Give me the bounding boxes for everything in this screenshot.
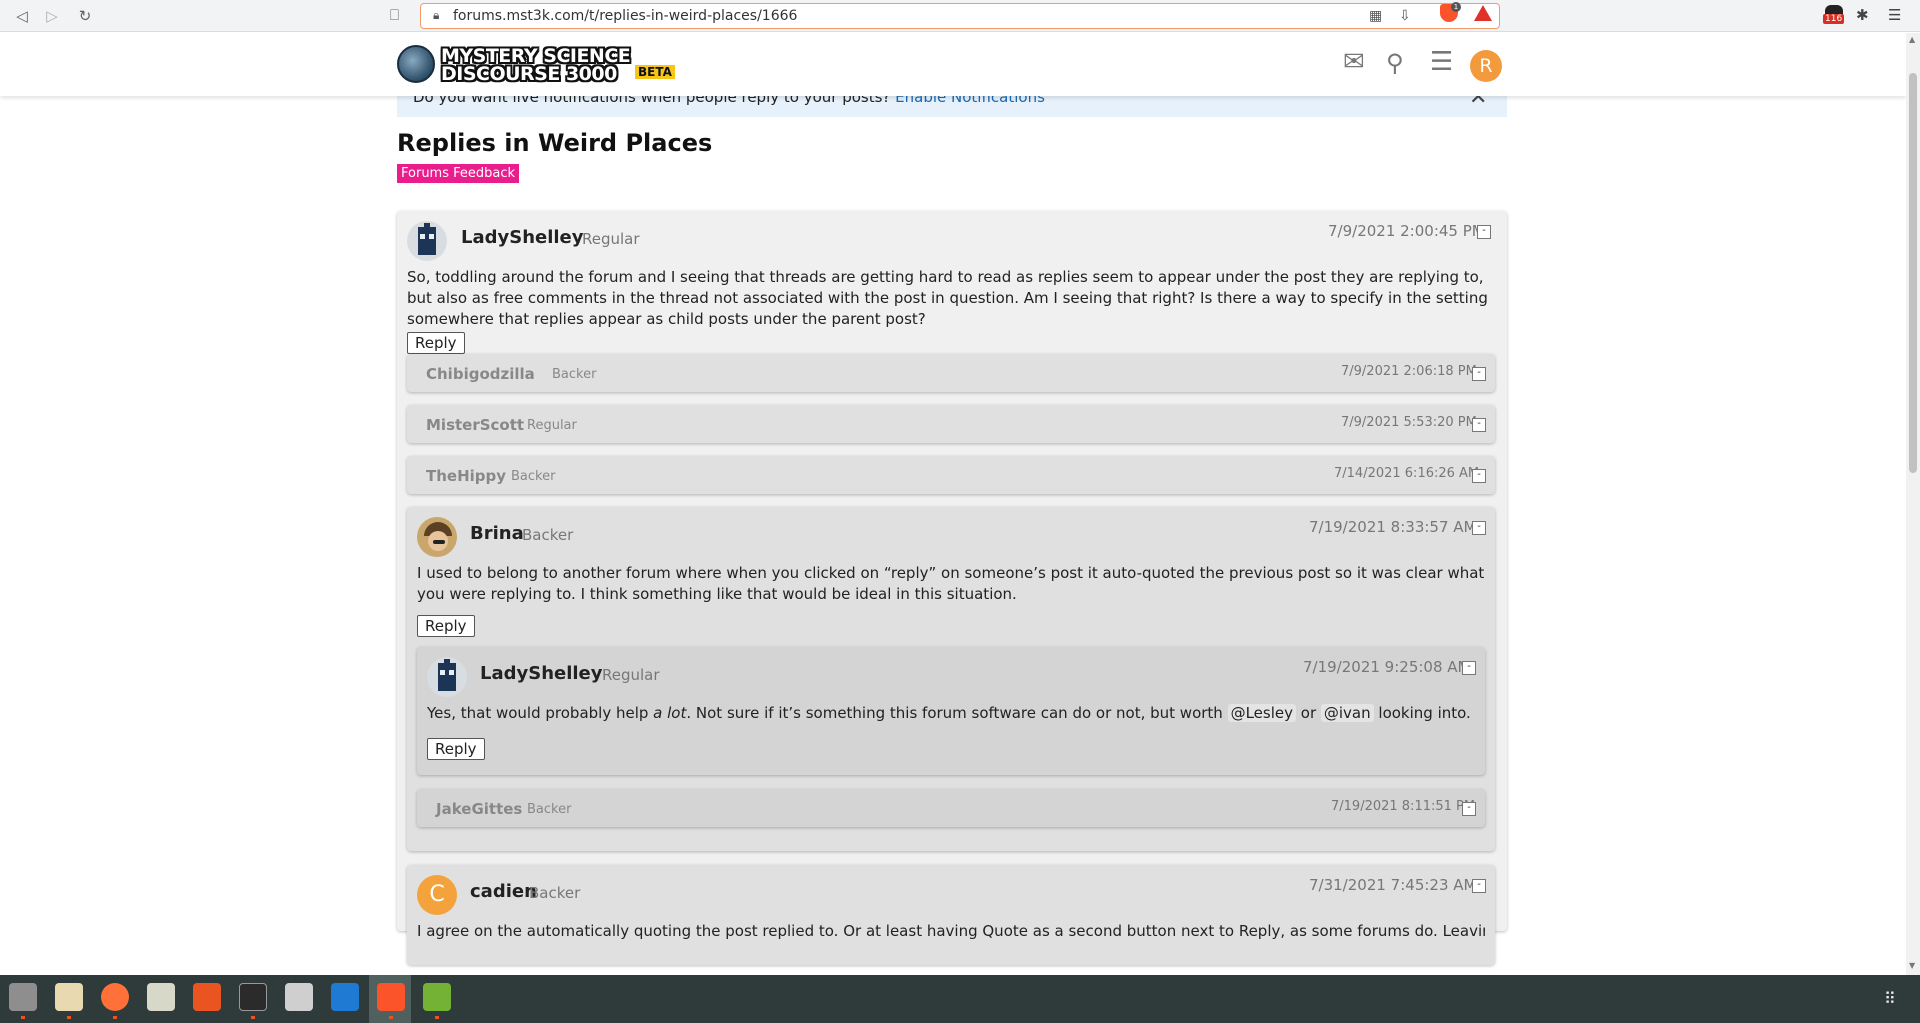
logo-globe-icon — [397, 45, 435, 83]
post-brina: Brina Backer 7/19/2021 8:33:57 AM - I us… — [407, 507, 1495, 851]
post-username[interactable]: cadien — [470, 881, 537, 902]
post-username[interactable]: LadyShelley — [461, 227, 584, 248]
logo-line-2: DISCOURSE 3000 — [441, 63, 617, 85]
address-bar[interactable]: 🔒︎ forums.mst3k.com/t/replies-in-weird-p… — [420, 3, 1500, 29]
collapse-button[interactable]: - — [1477, 225, 1491, 239]
post-user-role: Regular — [527, 418, 577, 433]
post-username[interactable]: Brina — [470, 523, 524, 544]
shields-count-badge: 1 — [1451, 2, 1461, 12]
post-body: Yes, that would probably help a lot. Not… — [427, 704, 1471, 722]
post-timestamp: 7/19/2021 9:25:08 AM — [1303, 658, 1471, 676]
os-taskbar: ⠿ — [0, 975, 1920, 1023]
post-user-role: Backer — [527, 802, 572, 817]
expand-button[interactable]: - — [1472, 418, 1486, 432]
mention-lesley[interactable]: @Lesley — [1227, 704, 1296, 722]
back-icon[interactable]: ◁ — [12, 6, 32, 26]
post-timestamp: 7/9/2021 5:53:20 PM — [1341, 415, 1477, 430]
post-timestamp: 7/31/2021 7:45:23 AM — [1309, 876, 1477, 894]
expand-button[interactable]: - — [1472, 367, 1486, 381]
logo-beta-badge: BETA — [635, 65, 675, 79]
vscode-icon[interactable] — [331, 983, 359, 1011]
search-icon[interactable]: ⚲ — [1386, 49, 1404, 77]
post-username[interactable]: LadyShelley — [480, 663, 603, 684]
extension-badge: 116 — [1823, 14, 1845, 24]
post-timestamp: 7/14/2021 6:16:26 AM — [1334, 466, 1480, 481]
post-timestamp: 7/9/2021 2:00:45 PM — [1328, 222, 1485, 240]
site-logo[interactable]: MYSTERY SCIENCE DISCOURSE 3000 BETA — [397, 45, 675, 85]
browser-toolbar: ◁ ▷ ↻ ⎕ 🔒︎ forums.mst3k.com/t/replies-in… — [0, 0, 1920, 32]
extensions-puzzle-icon[interactable]: ✱ — [1856, 6, 1869, 24]
page-scrollbar[interactable]: ▲ ▼ — [1906, 33, 1920, 975]
firefox-icon[interactable] — [101, 983, 129, 1011]
reply-button[interactable]: Reply — [417, 615, 475, 637]
expand-button[interactable]: - — [1472, 469, 1486, 483]
bookmark-icon[interactable]: ⎕ — [390, 6, 399, 24]
avatar[interactable] — [427, 657, 467, 697]
post-username[interactable]: MisterScott — [426, 416, 524, 434]
post-timestamp: 7/19/2021 8:33:57 AM — [1309, 518, 1477, 536]
browser-menu-icon[interactable]: ☰ — [1888, 6, 1901, 24]
post-username[interactable]: JakeGittes — [436, 800, 522, 818]
url-text[interactable]: forums.mst3k.com/t/replies-in-weird-plac… — [453, 8, 797, 24]
post-username[interactable]: TheHippy — [426, 467, 506, 485]
post-user-role: Backer — [552, 367, 597, 382]
scroll-up-arrow-icon[interactable]: ▲ — [1909, 35, 1915, 44]
scroll-down-arrow-icon[interactable]: ▼ — [1909, 961, 1915, 970]
page-viewport: MYSTERY SCIENCE DISCOURSE 3000 BETA ✉ ⚲ … — [0, 33, 1906, 975]
reply-button[interactable]: Reply — [427, 738, 485, 760]
post-user-role: Backer — [529, 884, 581, 902]
reply-button[interactable]: Reply — [407, 332, 465, 354]
post-user-role: Backer — [522, 526, 574, 544]
avatar[interactable] — [417, 517, 457, 557]
collapse-button[interactable]: - — [1462, 661, 1476, 675]
avatar[interactable]: C — [417, 875, 457, 915]
qr-code-icon[interactable]: ▦ — [1369, 8, 1382, 24]
collapsed-reply-chibigodzilla[interactable]: Chibigodzilla Backer 7/9/2021 2:06:18 PM… — [407, 354, 1495, 392]
collapsed-reply-misterscott[interactable]: MisterScott Regular 7/9/2021 5:53:20 PM … — [407, 405, 1495, 443]
current-user-avatar[interactable]: R — [1470, 50, 1502, 82]
software-center-icon[interactable] — [193, 983, 221, 1011]
lock-icon: 🔒︎ — [433, 8, 440, 22]
forward-icon[interactable]: ▷ — [42, 6, 62, 26]
brave-browser-icon[interactable] — [377, 983, 405, 1011]
post-timestamp: 7/19/2021 8:11:51 PM — [1331, 799, 1476, 814]
mention-ivan[interactable]: @ivan — [1320, 704, 1374, 722]
show-applications-grid-icon[interactable]: ⠿ — [1884, 989, 1904, 1009]
post-timestamp: 7/9/2021 2:06:18 PM — [1341, 364, 1477, 379]
scrollbar-thumb[interactable] — [1909, 73, 1917, 473]
hamburger-menu-icon[interactable]: ☰ — [1430, 47, 1453, 77]
disk-utility-icon[interactable] — [147, 983, 175, 1011]
post-ladyshelley-1: LadyShelley Regular 7/9/2021 2:00:45 PM … — [397, 211, 1507, 965]
messages-envelope-icon[interactable]: ✉ — [1343, 47, 1365, 77]
reload-icon[interactable]: ↻ — [75, 6, 95, 26]
post-user-role: Regular — [602, 666, 660, 684]
avatar[interactable] — [407, 221, 447, 261]
install-app-icon[interactable]: ⇩ — [1399, 8, 1411, 24]
category-badge[interactable]: Forums Feedback — [397, 164, 520, 183]
post-body: I agree on the automatically quoting the… — [417, 922, 1485, 940]
collapse-button[interactable]: - — [1472, 521, 1486, 535]
post-body: So, toddling around the forum and I seei… — [407, 268, 1488, 328]
file-manager-icon[interactable] — [9, 983, 37, 1011]
site-header: MYSTERY SCIENCE DISCOURSE 3000 BETA ✉ ⚲ … — [0, 33, 1906, 96]
brave-rewards-icon[interactable] — [1474, 5, 1492, 21]
spreadsheet-icon[interactable] — [423, 983, 451, 1011]
collapsed-reply-jakegittes[interactable]: JakeGittes Backer 7/19/2021 8:11:51 PM - — [417, 789, 1485, 827]
post-user-role: Regular — [582, 230, 640, 248]
post-ladyshelley-2: LadyShelley Regular 7/19/2021 9:25:08 AM… — [417, 647, 1485, 775]
post-user-role: Backer — [511, 469, 556, 484]
post-cadien: C cadien Backer 7/31/2021 7:45:23 AM - I… — [407, 865, 1495, 965]
document-viewer-icon[interactable] — [285, 983, 313, 1011]
topic-title: Replies in Weird Places — [397, 129, 713, 157]
terminal-icon[interactable] — [239, 983, 267, 1011]
collapsed-reply-thehippy[interactable]: TheHippy Backer 7/14/2021 6:16:26 AM - — [407, 456, 1495, 494]
post-body: I used to belong to another forum where … — [417, 564, 1485, 603]
expand-button[interactable]: - — [1462, 802, 1476, 816]
collapse-button[interactable]: - — [1472, 879, 1486, 893]
text-editor-icon[interactable] — [55, 983, 83, 1011]
post-username[interactable]: Chibigodzilla — [426, 365, 535, 383]
